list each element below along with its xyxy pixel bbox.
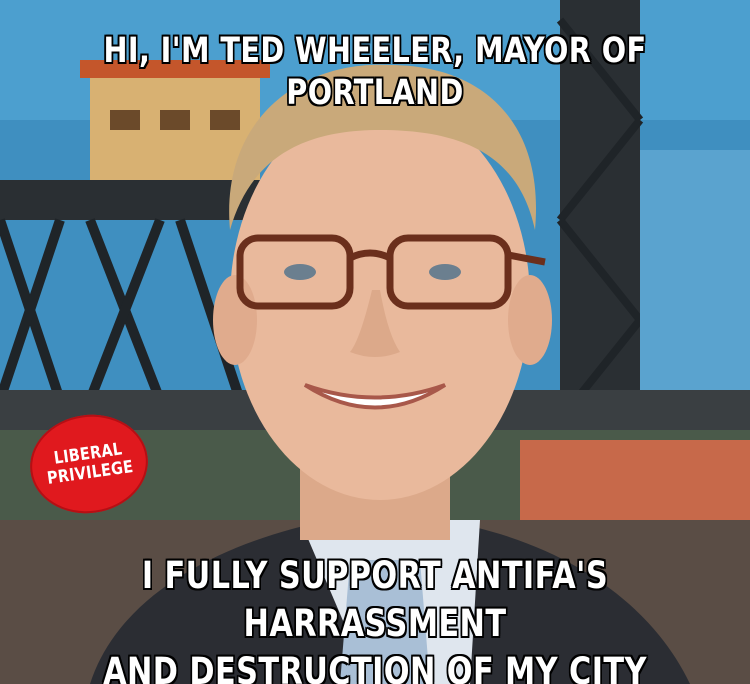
bridge-deck-left [0,180,260,220]
meme-canvas: HI, I'M TED WHEELER, MAYOR OF PORTLAND I… [0,0,750,684]
top-caption: HI, I'M TED WHEELER, MAYOR OF PORTLAND [103,31,647,113]
right-ear [508,275,552,365]
bottom-caption: I FULLY SUPPORT ANTIFA'S HARRASSMENT AND… [68,552,683,684]
left-eye [284,264,316,280]
right-eye [429,264,461,280]
bottom-caption-line-2: AND DESTRUCTION OF MY CITY [103,650,647,684]
bottom-caption-line-1: I FULLY SUPPORT ANTIFA'S HARRASSMENT [141,554,609,645]
left-ear [213,275,257,365]
